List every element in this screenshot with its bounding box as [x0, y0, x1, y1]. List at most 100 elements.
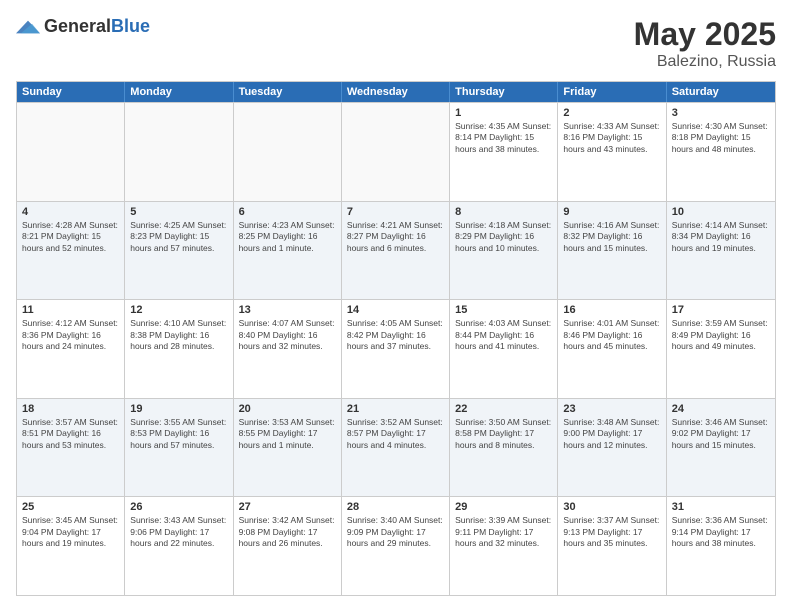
- header-cell-friday: Friday: [558, 82, 666, 102]
- calendar-body: 1Sunrise: 4:35 AM Sunset: 8:14 PM Daylig…: [17, 102, 775, 595]
- day-info: Sunrise: 3:40 AM Sunset: 9:09 PM Dayligh…: [347, 515, 444, 549]
- day-info: Sunrise: 4:28 AM Sunset: 8:21 PM Dayligh…: [22, 220, 119, 254]
- header-cell-saturday: Saturday: [667, 82, 775, 102]
- day-number: 11: [22, 304, 119, 316]
- day-number: 16: [563, 304, 660, 316]
- day-info: Sunrise: 3:52 AM Sunset: 8:57 PM Dayligh…: [347, 417, 444, 451]
- day-number: 12: [130, 304, 227, 316]
- day-info: Sunrise: 3:39 AM Sunset: 9:11 PM Dayligh…: [455, 515, 552, 549]
- logo: GeneralBlue: [16, 16, 150, 37]
- logo-icon: [16, 17, 40, 37]
- day-info: Sunrise: 4:25 AM Sunset: 8:23 PM Dayligh…: [130, 220, 227, 254]
- day-info: Sunrise: 4:07 AM Sunset: 8:40 PM Dayligh…: [239, 318, 336, 352]
- day-number: 26: [130, 501, 227, 513]
- empty-cell: [17, 103, 125, 201]
- day-cell-12: 12Sunrise: 4:10 AM Sunset: 8:38 PM Dayli…: [125, 300, 233, 398]
- header-cell-thursday: Thursday: [450, 82, 558, 102]
- day-number: 4: [22, 206, 119, 218]
- empty-cell: [234, 103, 342, 201]
- day-number: 22: [455, 403, 552, 415]
- day-info: Sunrise: 3:42 AM Sunset: 9:08 PM Dayligh…: [239, 515, 336, 549]
- day-number: 29: [455, 501, 552, 513]
- day-cell-8: 8 Sunrise: 4:18 AM Sunset: 8:29 PM Daylig…: [450, 202, 558, 300]
- day-number: 20: [239, 403, 336, 415]
- day-info: Sunrise: 4:33 AM Sunset: 8:16 PM Dayligh…: [563, 121, 660, 155]
- page: GeneralBlue May 2025 Balezino, Russia Su…: [0, 0, 792, 612]
- day-number: 30: [563, 501, 660, 513]
- day-number: 9: [563, 206, 660, 218]
- day-cell-31: 31 Sunrise: 3:36 AM Sunset: 9:14 PM Dayli…: [667, 497, 775, 595]
- day-number: 3: [672, 107, 770, 119]
- day-number: 5: [130, 206, 227, 218]
- day-cell-11: 11 Sunrise: 4:12 AM Sunset: 8:36 PM Dayli…: [17, 300, 125, 398]
- day-cell-3: 3 Sunrise: 4:30 AM Sunset: 8:18 PM Daylig…: [667, 103, 775, 201]
- day-cell-10: 10 Sunrise: 4:14 AM Sunset: 8:34 PM Dayli…: [667, 202, 775, 300]
- day-cell-28: 28 Sunrise: 3:40 AM Sunset: 9:09 PM Dayli…: [342, 497, 450, 595]
- day-cell-18: 18Sunrise: 3:57 AM Sunset: 8:51 PM Dayli…: [17, 399, 125, 497]
- calendar-row-1: 4 Sunrise: 4:28 AM Sunset: 8:21 PM Daylig…: [17, 201, 775, 300]
- day-number: 25: [22, 501, 119, 513]
- day-number: 31: [672, 501, 770, 513]
- day-number: 14: [347, 304, 444, 316]
- day-number: 21: [347, 403, 444, 415]
- empty-cell: [125, 103, 233, 201]
- day-cell-30: 30 Sunrise: 3:37 AM Sunset: 9:13 PM Dayli…: [558, 497, 666, 595]
- day-info: Sunrise: 4:16 AM Sunset: 8:32 PM Dayligh…: [563, 220, 660, 254]
- day-info: Sunrise: 3:53 AM Sunset: 8:55 PM Dayligh…: [239, 417, 336, 451]
- calendar-row-4: 25 Sunrise: 3:45 AM Sunset: 9:04 PM Dayli…: [17, 496, 775, 595]
- day-number: 7: [347, 206, 444, 218]
- day-info: Sunrise: 3:55 AM Sunset: 8:53 PM Dayligh…: [130, 417, 227, 451]
- day-info: Sunrise: 3:50 AM Sunset: 8:58 PM Dayligh…: [455, 417, 552, 451]
- day-cell-29: 29 Sunrise: 3:39 AM Sunset: 9:11 PM Dayli…: [450, 497, 558, 595]
- day-number: 18: [22, 403, 119, 415]
- header: GeneralBlue May 2025 Balezino, Russia: [16, 16, 776, 71]
- day-number: 15: [455, 304, 552, 316]
- day-cell-6: 6 Sunrise: 4:23 AM Sunset: 8:25 PM Daylig…: [234, 202, 342, 300]
- day-info: Sunrise: 3:36 AM Sunset: 9:14 PM Dayligh…: [672, 515, 770, 549]
- day-info: Sunrise: 3:43 AM Sunset: 9:06 PM Dayligh…: [130, 515, 227, 549]
- day-number: 2: [563, 107, 660, 119]
- title-block: May 2025 Balezino, Russia: [634, 16, 776, 71]
- day-info: Sunrise: 4:12 AM Sunset: 8:36 PM Dayligh…: [22, 318, 119, 352]
- day-cell-25: 25 Sunrise: 3:45 AM Sunset: 9:04 PM Dayli…: [17, 497, 125, 595]
- day-number: 17: [672, 304, 770, 316]
- day-info: Sunrise: 3:48 AM Sunset: 9:00 PM Dayligh…: [563, 417, 660, 451]
- day-cell-5: 5 Sunrise: 4:25 AM Sunset: 8:23 PM Daylig…: [125, 202, 233, 300]
- calendar-row-3: 18Sunrise: 3:57 AM Sunset: 8:51 PM Dayli…: [17, 398, 775, 497]
- day-info: Sunrise: 4:35 AM Sunset: 8:14 PM Dayligh…: [455, 121, 552, 155]
- header-cell-monday: Monday: [125, 82, 233, 102]
- day-cell-17: 17 Sunrise: 3:59 AM Sunset: 8:49 PM Dayli…: [667, 300, 775, 398]
- day-cell-27: 27 Sunrise: 3:42 AM Sunset: 9:08 PM Dayli…: [234, 497, 342, 595]
- day-cell-14: 14Sunrise: 4:05 AM Sunset: 8:42 PM Dayli…: [342, 300, 450, 398]
- day-info: Sunrise: 4:23 AM Sunset: 8:25 PM Dayligh…: [239, 220, 336, 254]
- day-number: 27: [239, 501, 336, 513]
- logo-general: General: [44, 16, 111, 36]
- day-cell-23: 23Sunrise: 3:48 AM Sunset: 9:00 PM Dayli…: [558, 399, 666, 497]
- day-info: Sunrise: 4:21 AM Sunset: 8:27 PM Dayligh…: [347, 220, 444, 254]
- day-cell-4: 4 Sunrise: 4:28 AM Sunset: 8:21 PM Daylig…: [17, 202, 125, 300]
- day-info: Sunrise: 3:59 AM Sunset: 8:49 PM Dayligh…: [672, 318, 770, 352]
- day-cell-7: 7 Sunrise: 4:21 AM Sunset: 8:27 PM Daylig…: [342, 202, 450, 300]
- day-number: 8: [455, 206, 552, 218]
- day-info: Sunrise: 4:03 AM Sunset: 8:44 PM Dayligh…: [455, 318, 552, 352]
- calendar-header: SundayMondayTuesdayWednesdayThursdayFrid…: [17, 82, 775, 102]
- day-cell-19: 19 Sunrise: 3:55 AM Sunset: 8:53 PM Dayli…: [125, 399, 233, 497]
- day-number: 28: [347, 501, 444, 513]
- day-cell-24: 24Sunrise: 3:46 AM Sunset: 9:02 PM Dayli…: [667, 399, 775, 497]
- day-number: 13: [239, 304, 336, 316]
- day-info: Sunrise: 3:45 AM Sunset: 9:04 PM Dayligh…: [22, 515, 119, 549]
- day-cell-16: 16Sunrise: 4:01 AM Sunset: 8:46 PM Dayli…: [558, 300, 666, 398]
- calendar: SundayMondayTuesdayWednesdayThursdayFrid…: [16, 81, 776, 596]
- day-number: 6: [239, 206, 336, 218]
- day-info: Sunrise: 4:14 AM Sunset: 8:34 PM Dayligh…: [672, 220, 770, 254]
- day-cell-9: 9 Sunrise: 4:16 AM Sunset: 8:32 PM Daylig…: [558, 202, 666, 300]
- day-cell-26: 26 Sunrise: 3:43 AM Sunset: 9:06 PM Dayli…: [125, 497, 233, 595]
- day-info: Sunrise: 4:30 AM Sunset: 8:18 PM Dayligh…: [672, 121, 770, 155]
- empty-cell: [342, 103, 450, 201]
- day-number: 19: [130, 403, 227, 415]
- day-cell-1: 1Sunrise: 4:35 AM Sunset: 8:14 PM Daylig…: [450, 103, 558, 201]
- day-info: Sunrise: 3:37 AM Sunset: 9:13 PM Dayligh…: [563, 515, 660, 549]
- day-number: 10: [672, 206, 770, 218]
- day-cell-20: 20 Sunrise: 3:53 AM Sunset: 8:55 PM Dayli…: [234, 399, 342, 497]
- day-info: Sunrise: 4:18 AM Sunset: 8:29 PM Dayligh…: [455, 220, 552, 254]
